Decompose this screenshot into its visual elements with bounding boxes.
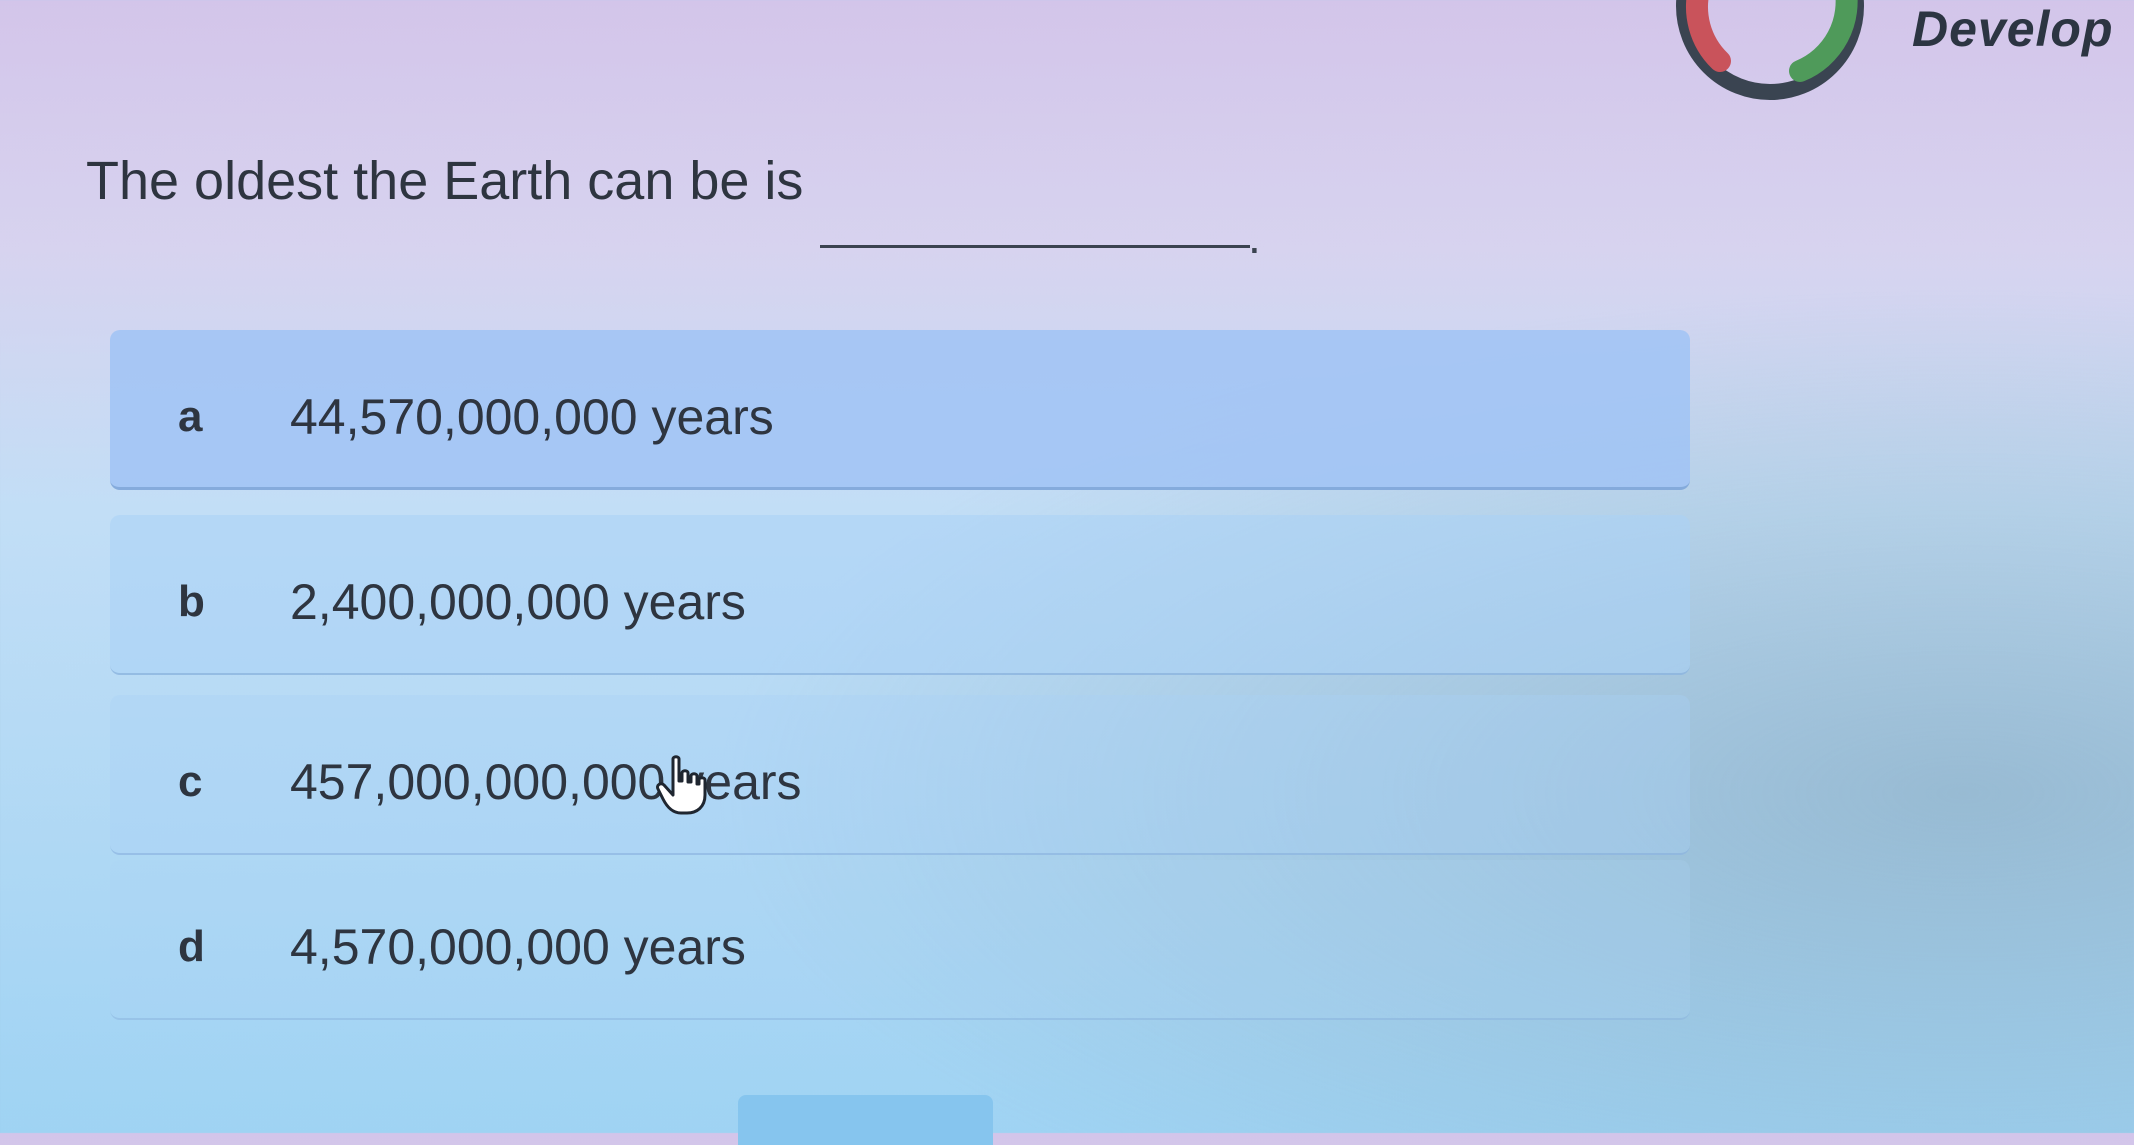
brand-logo [1660, 0, 1880, 116]
option-d[interactable]: d 4,570,000,000 years [110, 860, 1690, 1020]
option-a[interactable]: a 44,570,000,000 years [110, 330, 1690, 490]
option-text: 2,400,000,000 years [290, 574, 746, 630]
option-text: 44,570,000,000 years [290, 389, 774, 445]
option-letter: b [178, 577, 205, 626]
ring-progress-icon [1676, 0, 1864, 100]
option-c[interactable]: c 457,000,000,000 years [110, 695, 1690, 855]
option-letter: d [178, 922, 205, 971]
option-text: 4,570,000,000 years [290, 919, 746, 975]
option-letter: c [178, 757, 203, 806]
continue-button[interactable] [738, 1095, 993, 1145]
question-text: The oldest the Earth can be is [86, 151, 804, 211]
option-letter: a [178, 392, 203, 441]
option-text: 457,000,000,000 years [290, 754, 802, 810]
hand-pointer-icon [655, 755, 711, 815]
option-b[interactable]: b 2,400,000,000 years [110, 515, 1690, 675]
brand-label: Develop [1912, 1, 2114, 57]
question-period: . [1248, 211, 1261, 263]
answer-blank [820, 245, 1250, 248]
